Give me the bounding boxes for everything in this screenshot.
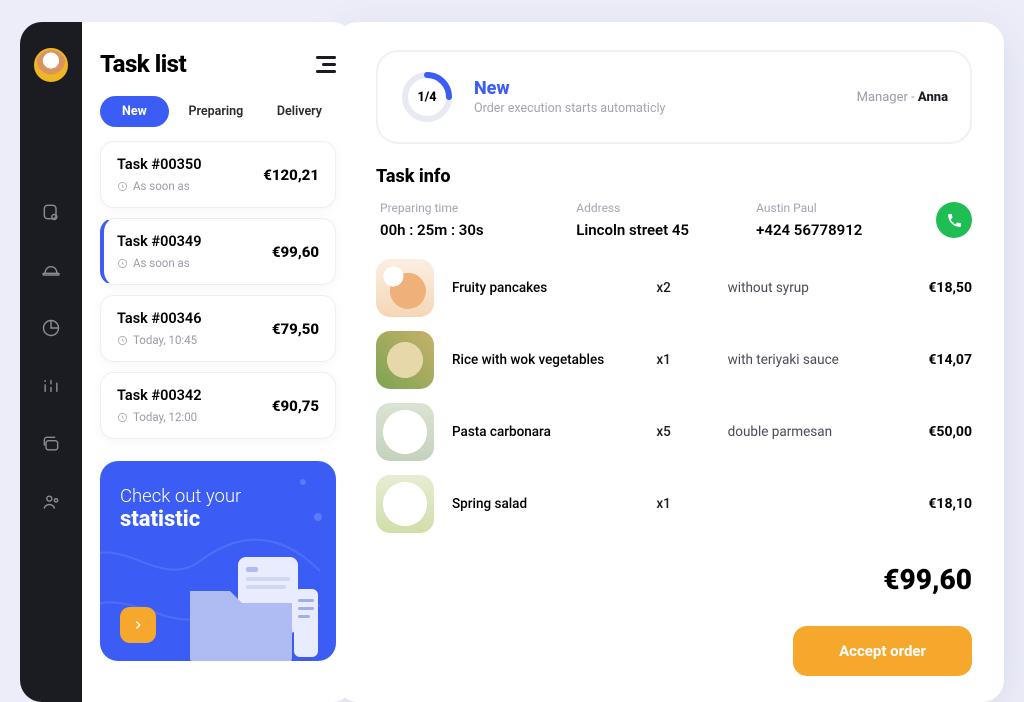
order-items: Fruity pancakes x2 without syrup €18,50 … [376, 259, 972, 533]
item-qty: x1 [656, 496, 709, 512]
item-thumbnail [376, 475, 434, 533]
task-id: Task #00346 [117, 310, 202, 327]
task-when: Today, 12:00 [117, 410, 202, 424]
accept-order-button[interactable]: Accept order [793, 626, 972, 676]
order-total: €99,60 [883, 563, 972, 596]
rail-icons [41, 202, 61, 516]
cards-icon[interactable] [41, 434, 61, 458]
task-card[interactable]: Task #00349 As soon as €99,60 [100, 218, 336, 285]
menu-icon[interactable] [316, 56, 336, 73]
item-name: Rice with wok vegetables [452, 352, 638, 368]
item-name: Pasta carbonara [452, 424, 638, 440]
item-modifier: double parmesan [728, 424, 861, 440]
item-price: €14,07 [879, 352, 972, 368]
users-icon[interactable] [41, 492, 61, 516]
tab-delivery[interactable]: Delivery [263, 97, 336, 126]
item-thumbnail [376, 331, 434, 389]
item-qty: x5 [656, 424, 709, 440]
task-price: €90,75 [272, 397, 319, 415]
task-tabs: NewPreparingDelivery [100, 96, 336, 127]
item-qty: x2 [656, 280, 709, 296]
item-modifier: without syrup [728, 280, 861, 296]
manager-name: Anna [918, 90, 948, 105]
task-price: €99,60 [272, 243, 319, 261]
address: Address Lincoln street 45 [576, 201, 740, 239]
order-item: Fruity pancakes x2 without syrup €18,50 [376, 259, 972, 317]
customer-phone: Austin Paul +424 56778912 [756, 201, 920, 239]
app-shell: Task list NewPreparingDelivery Task #003… [20, 22, 1004, 702]
prep-time: Preparing time 00h : 25m : 30s [380, 201, 560, 239]
item-thumbnail [376, 403, 434, 461]
status-subtitle: Order execution starts automaticly [474, 101, 837, 116]
task-info-title: Task info [376, 166, 972, 187]
promo-card[interactable]: Check out your statistic [100, 461, 336, 661]
avatar[interactable] [34, 48, 68, 82]
item-qty: x1 [656, 352, 709, 368]
task-info-row: Preparing time 00h : 25m : 30s Address L… [376, 201, 972, 239]
orders-icon[interactable] [41, 202, 61, 226]
promo-line1: Check out your [120, 485, 316, 507]
clock-icon [117, 335, 128, 346]
clock-icon [117, 181, 128, 192]
task-price: €79,50 [272, 320, 319, 338]
food-icon[interactable] [41, 260, 61, 284]
item-price: €18,10 [879, 496, 972, 512]
manager-label: Manager - Anna [857, 90, 948, 105]
task-card[interactable]: Task #00346 Today, 10:45 €79,50 [100, 295, 336, 362]
status-card: 1/4 New Order execution starts automatic… [376, 50, 972, 144]
call-button[interactable] [936, 202, 972, 238]
item-price: €50,00 [879, 424, 972, 440]
task-card[interactable]: Task #00342 Today, 12:00 €90,75 [100, 372, 336, 439]
task-when: Today, 10:45 [117, 333, 202, 347]
order-item: Rice with wok vegetables x1 with teriyak… [376, 331, 972, 389]
task-detail-panel: 1/4 New Order execution starts automatic… [336, 22, 1004, 702]
task-list-panel: Task list NewPreparingDelivery Task #003… [82, 22, 354, 702]
progress-ring: 1/4 [400, 70, 454, 124]
analytics-icon[interactable] [41, 376, 61, 400]
page-title: Task list [100, 50, 186, 78]
clock-icon [117, 258, 128, 269]
order-item: Pasta carbonara x5 double parmesan €50,0… [376, 403, 972, 461]
item-modifier: with teriyaki sauce [728, 352, 861, 368]
progress-text: 1/4 [400, 70, 454, 124]
item-name: Fruity pancakes [452, 280, 638, 296]
nav-rail [20, 22, 82, 702]
task-card[interactable]: Task #00350 As soon as €120,21 [100, 141, 336, 208]
task-id: Task #00342 [117, 387, 202, 404]
item-name: Spring salad [452, 496, 638, 512]
task-when: As soon as [117, 179, 202, 193]
promo-arrow-button[interactable] [120, 607, 156, 643]
folder-icon [176, 547, 326, 661]
tab-new[interactable]: New [100, 96, 169, 127]
task-when: As soon as [117, 256, 202, 270]
item-thumbnail [376, 259, 434, 317]
total-row: €99,60 [376, 563, 972, 596]
item-price: €18,50 [879, 280, 972, 296]
task-id: Task #00349 [117, 233, 202, 250]
task-cards: Task #00350 As soon as €120,21 Task #003… [100, 141, 336, 439]
tab-preparing[interactable]: Preparing [174, 97, 257, 126]
clock-icon [117, 412, 128, 423]
task-id: Task #00350 [117, 156, 202, 173]
status-title: New [474, 78, 837, 99]
task-price: €120,21 [263, 166, 319, 184]
chart-pie-icon[interactable] [41, 318, 61, 342]
order-item: Spring salad x1 €18,10 [376, 475, 972, 533]
